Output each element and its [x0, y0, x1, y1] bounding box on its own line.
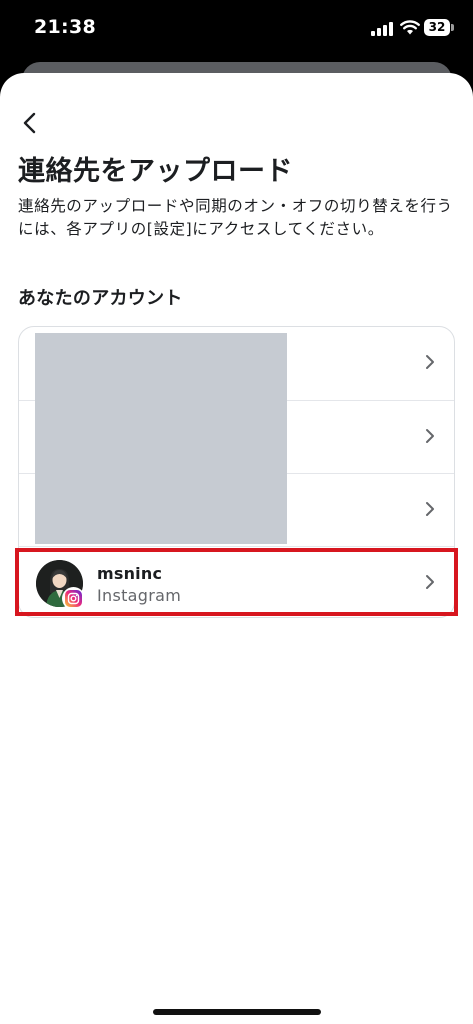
- status-bar: 21:38 32: [0, 0, 473, 56]
- battery-level: 32: [424, 19, 450, 36]
- redacted-accounts: [35, 333, 287, 544]
- wifi-icon: [400, 20, 420, 35]
- page-description: 連絡先のアップロードや同期のオン・オフの切り替えを行うには、各アプリの[設定]に…: [18, 197, 453, 238]
- accounts-heading: あなたのアカウント: [18, 288, 183, 309]
- instagram-icon: [62, 587, 85, 610]
- account-platform: Instagram: [97, 586, 182, 605]
- instagram-logo: [65, 590, 82, 607]
- account-row-instagram[interactable]: msninc Instagram: [19, 546, 454, 617]
- back-arrow-icon[interactable]: [12, 105, 48, 141]
- phone-screen: 21:38 32 連絡先をアップロード 連絡先のアップロードや同期のオン・オフの…: [0, 0, 473, 1024]
- chevron-right-icon: [426, 575, 434, 589]
- chevron-right-icon: [426, 429, 434, 443]
- home-indicator: [153, 1009, 321, 1015]
- battery-icon: 32: [424, 19, 454, 36]
- chevron-right-icon: [426, 355, 434, 369]
- upload-contacts-sheet: 連絡先をアップロード 連絡先のアップロードや同期のオン・オフの切り替えを行うには…: [0, 73, 473, 1024]
- accounts-list: msninc Instagram: [18, 326, 455, 618]
- account-name: msninc: [97, 564, 163, 583]
- signal-icon: [371, 22, 393, 36]
- status-time: 21:38: [34, 16, 96, 38]
- page-title: 連絡先をアップロード: [18, 156, 293, 187]
- instagram-glyph: [67, 592, 80, 605]
- chevron-right-icon: [426, 502, 434, 516]
- battery-tip: [451, 24, 454, 31]
